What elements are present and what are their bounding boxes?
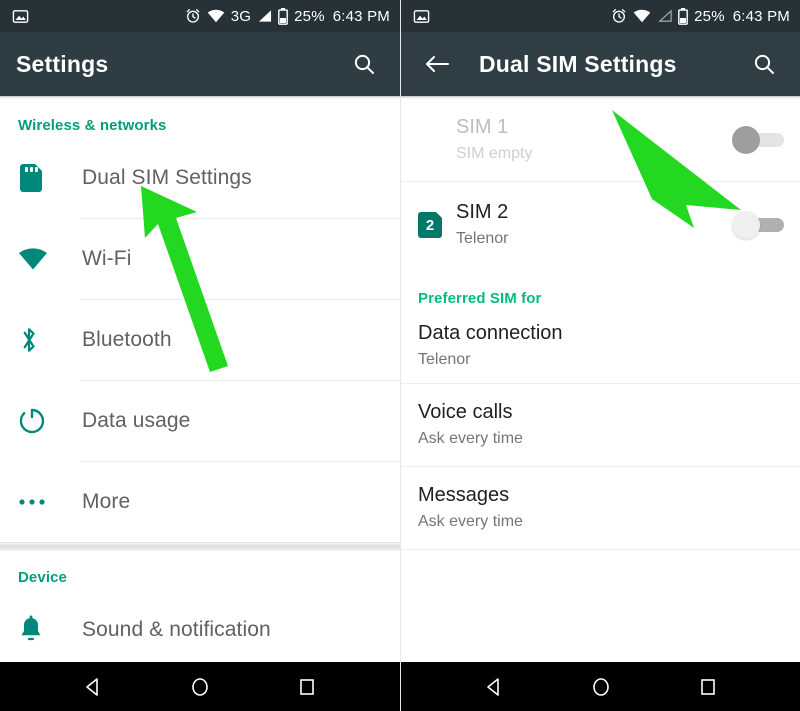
wifi-icon (633, 9, 651, 23)
sidebar-item-label: Dual SIM Settings (82, 166, 252, 189)
status-bar-left: 3G 25% 6:43 PM (0, 0, 400, 32)
navigation-bar-left (0, 662, 400, 711)
toggle-thumb (732, 126, 760, 154)
dual-sim-toolbar: Dual SIM Settings (401, 32, 800, 96)
settings-screen-panel: 3G 25% 6:43 PM Settings Wireless & netwo… (0, 0, 400, 711)
sidebar-item-more[interactable]: More (0, 462, 400, 542)
battery-icon (278, 7, 289, 25)
section-header-preferred-sim: Preferred SIM for (418, 290, 542, 307)
sim-slot-row-1[interactable]: SIM 1 SIM empty (401, 99, 800, 181)
image-icon (413, 8, 430, 25)
sim-slot-status: SIM empty (456, 144, 533, 162)
preferred-item-title: Voice calls (418, 400, 513, 423)
alarm-icon (185, 8, 201, 24)
settings-list: Wireless & networks Dual SIM Settings Wi… (0, 99, 400, 670)
recents-square-icon[interactable] (283, 667, 331, 707)
sim-slot-status: Telenor (456, 229, 509, 247)
dual-screenshot-composite: 3G 25% 6:43 PM Settings Wireless & netwo… (0, 0, 800, 711)
page-title: Settings (16, 50, 109, 77)
bell-icon (18, 615, 62, 645)
preferred-item-data-connection[interactable]: Data connection Telenor (401, 309, 800, 383)
navigation-bar-right (401, 662, 800, 711)
preferred-item-title: Data connection (418, 321, 563, 344)
preferred-item-voice-calls[interactable]: Voice calls Ask every time (401, 384, 800, 466)
sim-slot-row-2[interactable]: 2 SIM 2 Telenor (401, 182, 800, 268)
sidebar-item-sound-notification[interactable]: Sound & notification (0, 590, 400, 670)
dual-sim-list: SIM 1 SIM empty 2 SIM 2 Telenor Preferre… (401, 99, 800, 550)
wifi-icon (207, 9, 225, 23)
sidebar-item-label: Sound & notification (82, 618, 271, 641)
sim-2-badge-icon: 2 (418, 212, 448, 238)
preferred-item-value: Telenor (418, 350, 471, 368)
sidebar-item-label: Bluetooth (82, 328, 172, 351)
recents-square-icon[interactable] (684, 667, 732, 707)
signal-icon (257, 9, 272, 23)
sim-2-toggle[interactable] (732, 211, 784, 239)
signal-empty-icon (657, 9, 672, 23)
search-icon[interactable] (744, 44, 784, 84)
section-header-wireless: Wireless & networks (18, 117, 167, 134)
section-separator-band (0, 542, 400, 551)
battery-percent-label: 25% (694, 7, 725, 25)
sidebar-item-wifi[interactable]: Wi-Fi (0, 219, 400, 299)
clock-label: 6:43 PM (732, 7, 790, 25)
home-circle-icon[interactable] (577, 667, 625, 707)
battery-percent-label: 25% (294, 7, 325, 25)
status-bar-right: 25% 6:43 PM (401, 0, 800, 32)
sim-slot-name: SIM 1 (456, 115, 509, 138)
dual-sim-settings-screen-panel: 25% 6:43 PM Dual SIM Settings SIM 1 SIM … (400, 0, 800, 711)
sim-1-toggle[interactable] (732, 126, 784, 154)
battery-icon (678, 7, 689, 25)
sidebar-item-bluetooth[interactable]: Bluetooth (0, 300, 400, 380)
sidebar-item-dual-sim-settings[interactable]: Dual SIM Settings (0, 138, 400, 218)
sidebar-item-label: Wi-Fi (82, 247, 132, 270)
section-header-device: Device (18, 569, 67, 586)
settings-toolbar: Settings (0, 32, 400, 96)
data-usage-icon (18, 407, 62, 435)
home-circle-icon[interactable] (176, 667, 224, 707)
bluetooth-icon (18, 325, 62, 355)
alarm-icon (611, 8, 627, 24)
network-type-label: 3G (230, 7, 252, 25)
sidebar-item-data-usage[interactable]: Data usage (0, 381, 400, 461)
sidebar-item-label: Data usage (82, 409, 191, 432)
wifi-icon (18, 248, 62, 270)
preferred-item-title: Messages (418, 483, 510, 506)
toggle-thumb (732, 211, 760, 239)
sim-slot-name: SIM 2 (456, 200, 509, 223)
sidebar-item-label: More (82, 490, 131, 513)
back-arrow-icon[interactable] (417, 44, 457, 84)
sim-card-icon (18, 163, 62, 193)
sim-badge-number: 2 (418, 212, 442, 238)
preferred-item-value: Ask every time (418, 429, 523, 447)
image-icon (12, 8, 29, 25)
clock-label: 6:43 PM (332, 7, 390, 25)
back-triangle-icon[interactable] (69, 667, 117, 707)
preferred-item-value: Ask every time (418, 512, 523, 530)
list-divider (401, 549, 800, 550)
back-triangle-icon[interactable] (470, 667, 518, 707)
more-dots-icon (18, 498, 62, 506)
preferred-item-messages[interactable]: Messages Ask every time (401, 467, 800, 549)
search-icon[interactable] (344, 44, 384, 84)
page-title: Dual SIM Settings (479, 50, 677, 77)
